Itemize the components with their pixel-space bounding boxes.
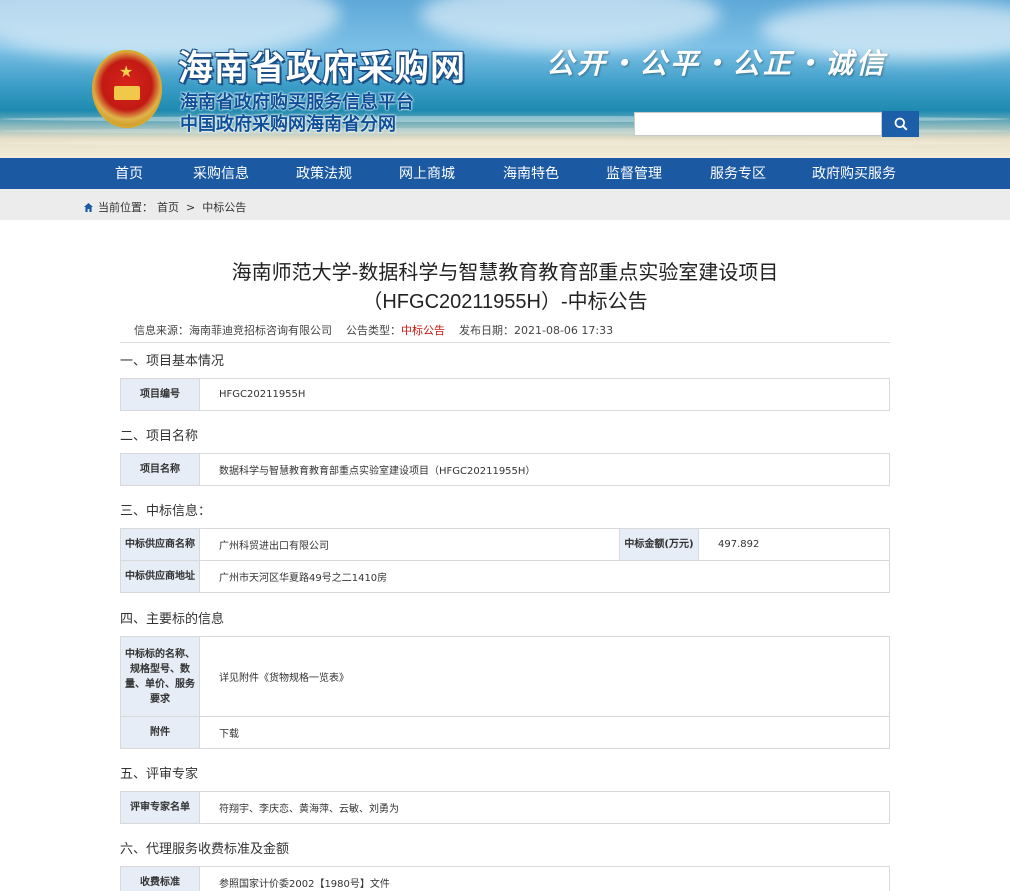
table-row: 附件 下载: [120, 716, 890, 749]
article-title-line-2: （HFGC20211955H）-中标公告: [362, 291, 648, 313]
table-value: 数据科学与智慧教育教育部重点实验室建设项目（HFGC20211955H）: [199, 453, 890, 486]
section-heading: 二、项目名称: [120, 428, 199, 443]
nav-item-procurement-info[interactable]: 采购信息: [186, 158, 256, 189]
table-key: 项目名称: [120, 453, 200, 486]
type-value: 中标公告: [401, 324, 445, 337]
nav-item-online-mall[interactable]: 网上商城: [392, 158, 462, 189]
section-heading: 五、评审专家: [120, 766, 199, 781]
table-key: 项目编号: [120, 378, 200, 411]
search-icon: [894, 117, 908, 131]
table-row: 评审专家名单 符翔宇、李庆恋、黄海萍、云敏、刘勇为: [120, 791, 890, 824]
search-button[interactable]: [882, 111, 919, 137]
breadcrumb-prefix: 当前位置：: [98, 201, 153, 214]
nav-item-government-purchase[interactable]: 政府购买服务: [806, 158, 902, 189]
site-slogan: 公开・公平・公正・诚信: [546, 47, 888, 80]
table-value: 广州市天河区华夏路49号之二1410房: [199, 560, 890, 593]
section-heading: 三、中标信息：: [120, 503, 212, 518]
divider: [120, 342, 890, 343]
table-value: 497.892: [698, 528, 890, 561]
table-row: 中标标的名称、规格型号、数量、单价、服务要求 详见附件《货物规格一览表》: [120, 636, 890, 717]
table-value: HFGC20211955H: [199, 378, 890, 411]
table-row: 收费标准 参照国家计价委2002【1980号】文件: [120, 866, 890, 891]
table-row: 中标供应商名称 广州科贸进出口有限公司 中标金额(万元) 497.892: [120, 528, 890, 561]
site-subtitle-2: 中国政府采购网海南省分网: [180, 114, 396, 135]
table-key: 中标金额(万元): [619, 528, 699, 561]
nav-item-supervision[interactable]: 监督管理: [599, 158, 669, 189]
search-input[interactable]: [634, 112, 882, 136]
table-key: 中标供应商地址: [120, 560, 200, 593]
table-row: 项目名称 数据科学与智慧教育教育部重点实验室建设项目（HFGC20211955H…: [120, 453, 890, 486]
article-title-line-1: 海南师范大学-数据科学与智慧教育教育部重点实验室建设项目: [231, 262, 779, 284]
table-key: 中标标的名称、规格型号、数量、单价、服务要求: [120, 636, 200, 717]
project-name-table: 项目名称 数据科学与智慧教育教育部重点实验室建设项目（HFGC20211955H…: [120, 453, 890, 486]
breadcrumb: 当前位置： 首页 > 中标公告: [83, 199, 246, 215]
date-label: 发布日期：: [459, 324, 514, 337]
nav-item-service-zone[interactable]: 服务专区: [703, 158, 773, 189]
source-label: 信息来源：: [134, 324, 189, 337]
breadcrumb-home-link[interactable]: 首页: [157, 199, 179, 215]
table-value: 符翔宇、李庆恋、黄海萍、云敏、刘勇为: [199, 791, 890, 824]
site-title[interactable]: 海南省政府采购网: [178, 40, 466, 91]
article-meta: 信息来源：海南菲迪竞招标咨询有限公司 公告类型：中标公告 发布日期：2021-08-…: [134, 322, 613, 338]
table-key: 评审专家名单: [120, 791, 200, 824]
table-row: 中标供应商地址 广州市天河区华夏路49号之二1410房: [120, 560, 890, 593]
national-emblem-logo[interactable]: ★: [92, 50, 162, 128]
section-heading: 六、代理服务收费标准及金额: [120, 841, 290, 856]
experts-table: 评审专家名单 符翔宇、李庆恋、黄海萍、云敏、刘勇为: [120, 791, 890, 824]
table-value: 广州科贸进出口有限公司: [199, 528, 620, 561]
breadcrumb-separator: >: [186, 200, 196, 214]
nav-item-home[interactable]: 首页: [104, 158, 154, 189]
table-key: 收费标准: [120, 866, 200, 891]
table-key: 中标供应商名称: [120, 528, 200, 561]
table-value: 详见附件《货物规格一览表》: [199, 636, 890, 717]
source-value: 海南菲迪竞招标咨询有限公司: [189, 324, 332, 337]
attachment-download-link[interactable]: 下载: [199, 716, 890, 749]
project-info-table: 项目编号 HFGC20211955H: [120, 378, 890, 411]
home-icon: [84, 202, 93, 212]
section-heading: 一、项目基本情况: [120, 353, 225, 368]
date-value: 2021-08-06 17:33: [514, 324, 614, 337]
section-heading: 四、主要标的信息: [120, 611, 225, 626]
fee-table: 收费标准 参照国家计价委2002【1980号】文件: [120, 866, 890, 891]
winner-table: 中标供应商名称 广州科贸进出口有限公司 中标金额(万元) 497.892 中标供…: [120, 528, 890, 593]
main-nav: 首页 采购信息 政策法规 网上商城 海南特色 监督管理 服务专区 政府购买服务: [0, 158, 1010, 189]
table-value: 参照国家计价委2002【1980号】文件: [199, 866, 890, 891]
breadcrumb-current[interactable]: 中标公告: [202, 199, 246, 215]
table-key: 附件: [120, 716, 200, 749]
nav-item-policies[interactable]: 政策法规: [289, 158, 359, 189]
type-label: 公告类型：: [346, 324, 401, 337]
table-row: 项目编号 HFGC20211955H: [120, 378, 890, 411]
items-table: 中标标的名称、规格型号、数量、单价、服务要求 详见附件《货物规格一览表》 附件 …: [120, 636, 890, 749]
nav-item-hainan-features[interactable]: 海南特色: [496, 158, 566, 189]
